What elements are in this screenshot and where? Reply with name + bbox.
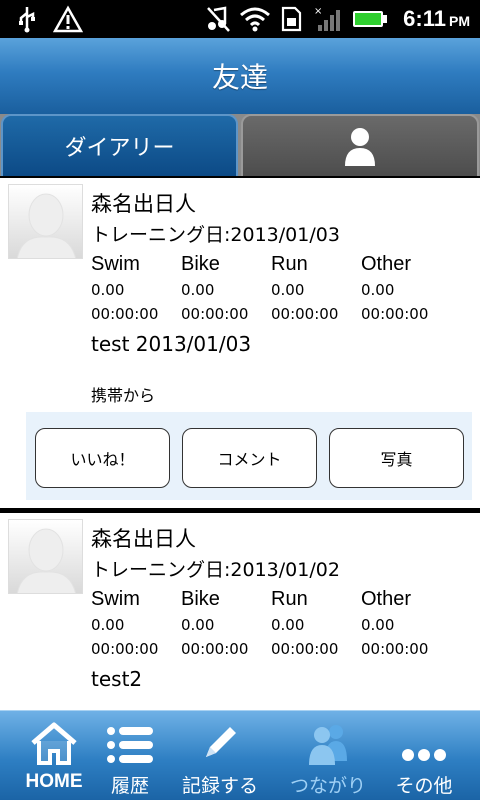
nav-more[interactable]: その他 <box>376 711 472 800</box>
nav-connections-label: つながり <box>289 775 366 797</box>
nav-more-label: その他 <box>395 775 453 797</box>
sport-time: 00:00:00 <box>91 640 159 658</box>
bottom-nav: HOME 履歴 記録する つながり その他 <box>0 710 480 800</box>
sport-other: Other 0.00 00:00:00 <box>361 585 451 661</box>
sport-run: Run 0.00 00:00:00 <box>271 585 361 661</box>
list-icon <box>107 727 153 763</box>
nav-record[interactable]: 記録する <box>172 711 268 800</box>
sport-time: 00:00:00 <box>271 305 339 323</box>
sport-run: Run 0.00 00:00:00 <box>271 250 361 326</box>
sport-label: Other <box>361 253 412 275</box>
sport-distance: 0.00 <box>181 281 215 299</box>
sport-distance: 0.00 <box>91 281 125 299</box>
sport-time: 00:00:00 <box>91 305 159 323</box>
post-actions: いいね！ コメント 写真 <box>26 412 472 500</box>
photo-button[interactable]: 写真 <box>329 428 464 488</box>
sport-distance: 0.00 <box>91 616 125 634</box>
sport-label: Bike <box>181 588 220 610</box>
sport-distance: 0.00 <box>271 616 305 634</box>
avatar[interactable] <box>8 184 83 259</box>
tab-diary[interactable]: ダイアリー <box>1 114 238 176</box>
sport-label: Run <box>271 588 308 610</box>
nav-connections[interactable]: つながり <box>280 711 376 800</box>
usb-icon <box>14 4 40 34</box>
battery-icon <box>352 4 388 34</box>
warning-icon <box>52 4 84 34</box>
like-button[interactable]: いいね！ <box>35 428 170 488</box>
post-text: test2 <box>91 667 143 691</box>
sport-bike: Bike 0.00 00:00:00 <box>181 250 271 326</box>
sport-label: Other <box>361 588 412 610</box>
sport-label: Bike <box>181 253 220 275</box>
post-training-date: トレーニング日:2013/01/02 <box>91 559 340 581</box>
sport-label: Run <box>271 253 308 275</box>
nav-history[interactable]: 履歴 <box>82 711 178 800</box>
sport-time: 00:00:00 <box>181 305 249 323</box>
post-author-name[interactable]: 森名出日人 <box>91 188 196 218</box>
sport-time: 00:00:00 <box>181 640 249 658</box>
diary-feed[interactable]: 森名出日人 トレーニング日:2013/01/03 Swim 0.00 00:00… <box>0 176 480 710</box>
sport-swim: Swim 0.00 00:00:00 <box>91 250 181 326</box>
diary-post: 森名出日人 トレーニング日:2013/01/03 Swim 0.00 00:00… <box>0 178 480 508</box>
sport-label: Swim <box>91 588 140 610</box>
sport-other: Other 0.00 00:00:00 <box>361 250 451 326</box>
more-icon <box>402 749 446 761</box>
post-source: 携帯から <box>91 386 156 405</box>
post-training-date: トレーニング日:2013/01/03 <box>91 224 340 246</box>
sport-label: Swim <box>91 253 140 275</box>
sport-time: 00:00:00 <box>271 640 339 658</box>
sport-time: 00:00:00 <box>361 640 429 658</box>
sim-icon <box>278 4 304 34</box>
default-avatar-icon <box>16 193 76 258</box>
pencil-icon <box>206 727 236 757</box>
home-icon <box>31 722 77 765</box>
post-text: test 2013/01/03 <box>91 332 252 356</box>
tab-profile[interactable] <box>241 114 479 176</box>
default-avatar-icon <box>16 528 76 593</box>
status-clock: 6:11 PM <box>403 4 470 34</box>
diary-post: 森名出日人 トレーニング日:2013/01/02 Swim 0.00 00:00… <box>0 513 480 710</box>
signal-icon: × <box>312 4 346 34</box>
sport-bike: Bike 0.00 00:00:00 <box>181 585 271 661</box>
tab-diary-label: ダイアリー <box>64 136 175 161</box>
sport-distance: 0.00 <box>361 616 395 634</box>
person-icon <box>345 128 375 166</box>
music-off-icon <box>204 4 232 34</box>
svg-text:×: × <box>314 6 322 17</box>
tab-bar: ダイアリー <box>0 114 480 176</box>
sport-time: 00:00:00 <box>361 305 429 323</box>
page-title: 友達 <box>211 61 268 94</box>
title-bar: 友達 <box>0 38 480 114</box>
people-icon <box>309 725 347 765</box>
post-author-name[interactable]: 森名出日人 <box>91 523 196 553</box>
sport-swim: Swim 0.00 00:00:00 <box>91 585 181 661</box>
sport-distance: 0.00 <box>271 281 305 299</box>
comment-button[interactable]: コメント <box>182 428 317 488</box>
wifi-icon <box>238 4 272 34</box>
avatar[interactable] <box>8 519 83 594</box>
nav-home-label: HOME <box>25 771 83 792</box>
clock-time: 6:11 <box>403 6 446 31</box>
nav-history-label: 履歴 <box>110 775 149 797</box>
clock-ampm: PM <box>449 13 470 29</box>
status-bar: × 6:11 PM <box>0 0 480 38</box>
sport-distance: 0.00 <box>181 616 215 634</box>
sport-distance: 0.00 <box>361 281 395 299</box>
nav-record-label: 記録する <box>181 775 258 797</box>
